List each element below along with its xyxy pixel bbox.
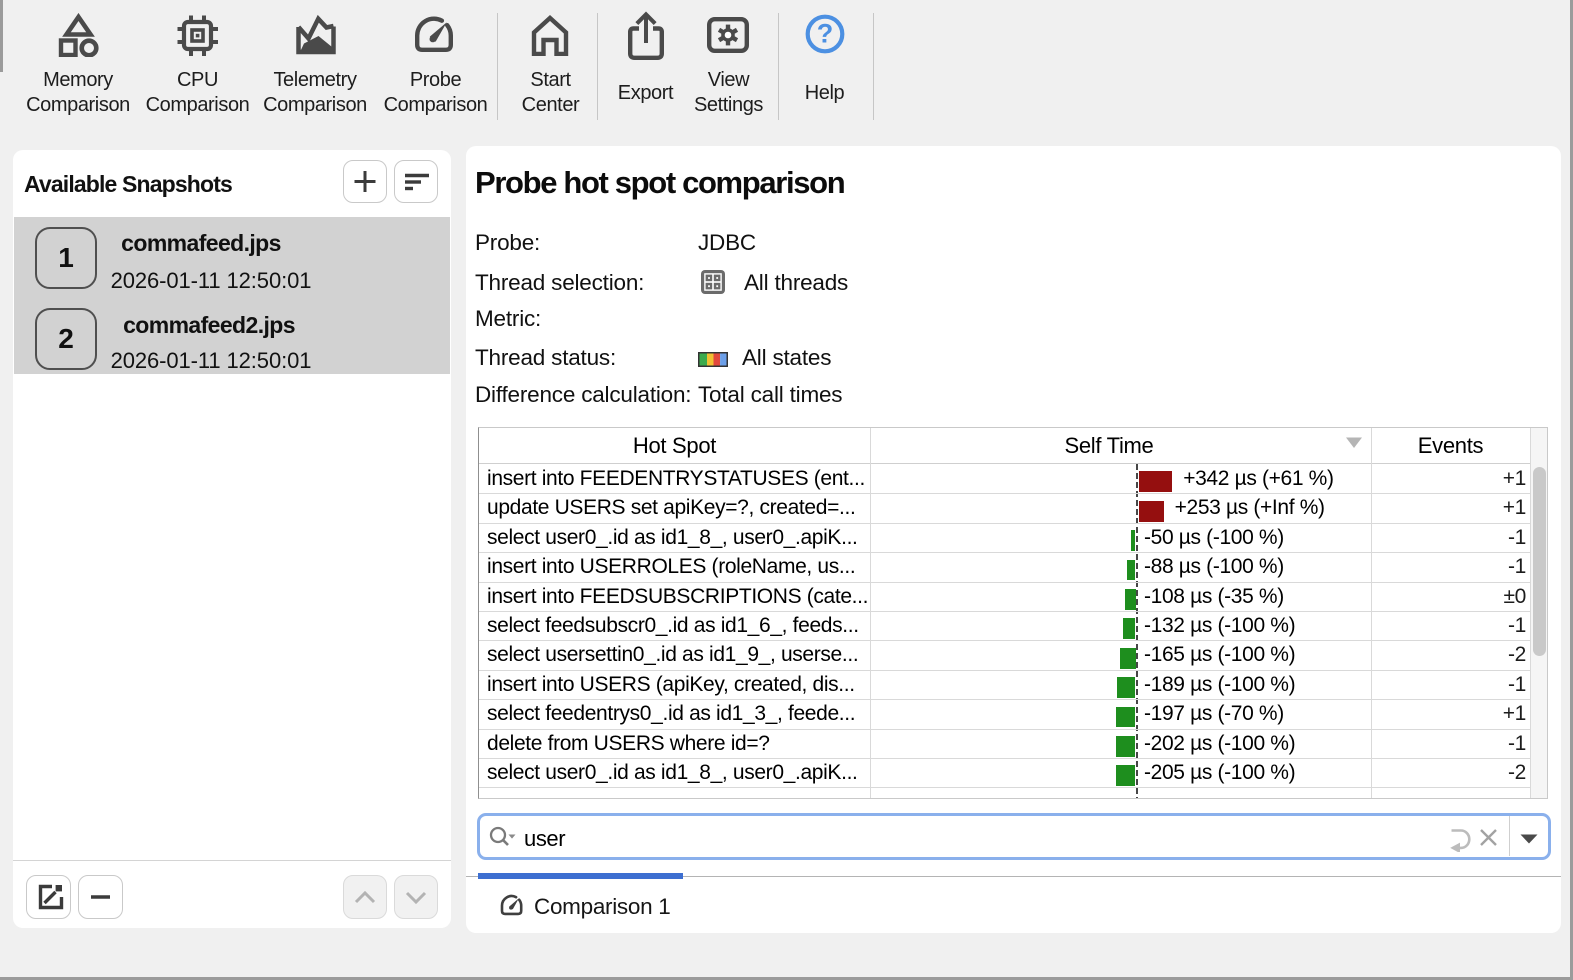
- svg-text:?: ?: [817, 19, 834, 49]
